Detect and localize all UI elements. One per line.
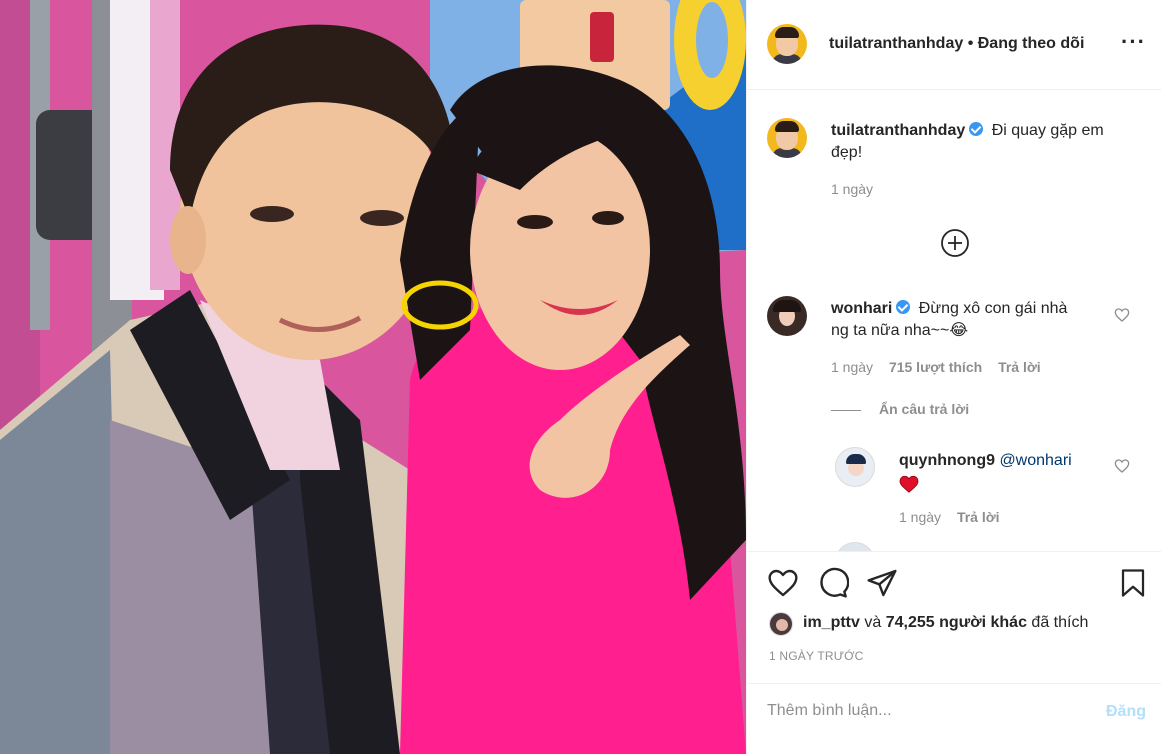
verified-badge-icon — [896, 300, 911, 314]
reply: quynhnong9 @wonhari — [899, 450, 1119, 500]
comment-like-heart-icon[interactable] — [1114, 307, 1130, 323]
caption-author-avatar[interactable] — [767, 118, 807, 158]
reply-reply-button[interactable]: Trả lời — [957, 509, 1000, 525]
caption-username[interactable]: tuilatranthanhday — [831, 122, 965, 139]
comment-text-line1: Đừng xô con gái nhà — [918, 300, 1068, 317]
plus-circle-icon[interactable] — [940, 228, 970, 258]
divider-line — [831, 409, 861, 411]
add-comment-input[interactable] — [767, 702, 1087, 720]
follow-separator: • — [967, 35, 978, 52]
comments-section: tuilatranthanhday Đi quay gặp em đẹp! 1 … — [747, 90, 1161, 552]
author-avatar[interactable] — [767, 24, 807, 64]
reply-like-heart-icon[interactable] — [1114, 458, 1130, 474]
likes-count-button[interactable]: 74,255 người khác — [886, 614, 1027, 631]
hide-replies-toggle[interactable]: Ẩn câu trả lời — [831, 401, 969, 417]
caption-text-line2: đẹp! — [831, 144, 863, 161]
comment-reply-button[interactable]: Trả lời — [998, 359, 1041, 375]
liker-username[interactable]: im_pttv — [803, 614, 860, 631]
next-reply-avatar[interactable] — [835, 542, 875, 551]
comment: wonhari Đừng xô con gái nhà ng ta nữa nh… — [831, 298, 1111, 342]
caption-text-line1: Đi quay gặp em — [991, 122, 1104, 139]
caption: tuilatranthanhday Đi quay gặp em đẹp! — [831, 120, 1131, 164]
comment-icon[interactable] — [817, 567, 849, 599]
comment-likes[interactable]: 715 lượt thích — [889, 359, 982, 375]
likes-summary: im_pttv và 74,255 người khác đã thích — [803, 614, 1088, 632]
post-comment-button[interactable]: Đăng — [1106, 703, 1146, 721]
reply-meta: 1 ngày Trả lời — [899, 509, 1000, 525]
photo-selfie-illustration — [0, 0, 746, 754]
heart-icon[interactable] — [767, 567, 799, 599]
caption-time[interactable]: 1 ngày — [831, 181, 873, 197]
reply-heart-emoji — [899, 475, 919, 500]
header-user-line: tuilatranthanhday • Đang theo dõi — [829, 35, 1084, 53]
reply-avatar[interactable] — [835, 447, 875, 487]
post-photo[interactable] — [0, 0, 746, 754]
verified-badge-icon — [969, 122, 984, 136]
likes-suffix: đã thích — [1031, 614, 1089, 631]
reply-time[interactable]: 1 ngày — [899, 509, 941, 525]
likes-conj: và — [864, 614, 882, 631]
post-header: tuilatranthanhday • Đang theo dõi ··· — [747, 0, 1161, 90]
liker-avatar[interactable] — [769, 612, 793, 636]
author-username[interactable]: tuilatranthanhday — [829, 35, 963, 52]
commenter-avatar[interactable] — [767, 296, 807, 336]
add-comment-bar: Đăng — [747, 683, 1161, 747]
comment-time[interactable]: 1 ngày — [831, 359, 873, 375]
post-detail-panel: tuilatranthanhday • Đang theo dõi ··· tu… — [746, 0, 1161, 754]
bookmark-icon[interactable] — [1118, 567, 1148, 599]
more-horizontal-icon[interactable]: ··· — [1121, 31, 1146, 53]
send-icon[interactable] — [866, 567, 898, 599]
reply-mention-link[interactable]: @wonhari — [999, 452, 1071, 469]
comment-username[interactable]: wonhari — [831, 300, 892, 317]
follow-status-button[interactable]: Đang theo dõi — [978, 35, 1085, 52]
reply-username[interactable]: quynhnong9 — [899, 452, 995, 469]
post-timestamp[interactable]: 1 NGÀY TRƯỚC — [769, 649, 864, 663]
comment-text-line2: ng ta nữa nha~~😂 — [831, 322, 969, 339]
hide-replies-label: Ẩn câu trả lời — [879, 401, 970, 417]
comment-meta: 1 ngày 715 lượt thích Trả lời — [831, 359, 1041, 375]
